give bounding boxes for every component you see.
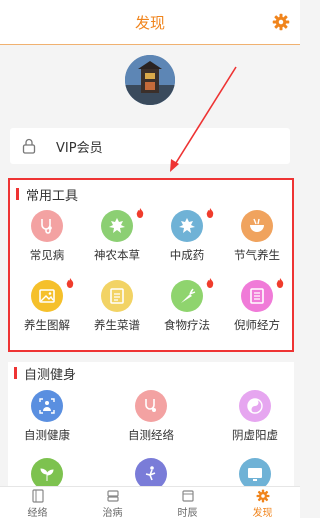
- hot-flame-icon: [206, 208, 214, 218]
- tool-label: 养生图解: [24, 318, 70, 332]
- avatar[interactable]: [125, 55, 175, 105]
- self-test-label: 阴虚阳虚: [232, 428, 278, 442]
- tab-label: 发现: [252, 508, 273, 518]
- self-test-label: 自测健康: [24, 428, 70, 442]
- tool-label: 常见病: [29, 248, 65, 262]
- tab-label: 时辰: [177, 508, 198, 518]
- meridian-icon: [135, 390, 167, 422]
- book-icon: [31, 489, 44, 503]
- calendar-icon: [181, 490, 194, 502]
- carrot-icon: [171, 280, 203, 312]
- vip-label: VIP会员: [56, 141, 103, 156]
- tab-discover[interactable]: 发现: [225, 487, 300, 518]
- section-marker: [14, 367, 17, 379]
- tool-common-diseases[interactable]: 常见病: [12, 210, 82, 263]
- self-test-meridians[interactable]: 自测经络: [116, 390, 186, 443]
- tool-label: 养生菜谱: [94, 318, 140, 332]
- hot-flame-icon: [276, 278, 284, 288]
- vip-member-row[interactable]: VIP会员: [10, 128, 290, 164]
- tool-label: 中成药: [169, 248, 205, 262]
- gear-icon: [256, 489, 269, 503]
- recipe-icon: [101, 280, 133, 312]
- leaf-icon: [101, 210, 133, 242]
- tab-treatment[interactable]: 治病: [75, 487, 150, 518]
- gear-icon[interactable]: [272, 13, 290, 31]
- stethoscope-icon: [31, 210, 63, 242]
- section-title-tools: 常用工具: [26, 189, 79, 204]
- tool-seasonal-health[interactable]: 节气养生: [222, 210, 292, 263]
- picture-icon: [31, 280, 63, 312]
- self-test-health[interactable]: 自测健康: [12, 390, 82, 443]
- bowl-icon: [241, 210, 273, 242]
- tool-label: 倪师经方: [234, 318, 280, 332]
- bottom-tab-bar: 经络 治病 时辰 发现: [0, 486, 300, 518]
- self-test-label: 自测经络: [128, 428, 174, 442]
- treatment-icon: [106, 490, 119, 502]
- hot-flame-icon: [206, 278, 214, 288]
- tool-label: 食物疗法: [164, 318, 210, 332]
- hot-flame-icon: [66, 278, 74, 288]
- section-title-self-test: 自测健身: [24, 368, 77, 383]
- tool-label: 神农本草: [94, 248, 140, 262]
- tab-label: 经络: [27, 508, 48, 518]
- yin-yang-icon: [239, 390, 271, 422]
- page-title: 发现: [134, 14, 165, 32]
- section-marker: [16, 188, 19, 200]
- header-bar: 发现: [0, 0, 300, 45]
- tool-label: 节气养生: [234, 248, 280, 262]
- tab-meridians[interactable]: 经络: [0, 487, 75, 518]
- lock-icon: [22, 138, 36, 154]
- body-scan-icon: [31, 390, 63, 422]
- pill-icon: [171, 210, 203, 242]
- tab-label: 治病: [102, 508, 123, 518]
- common-tools-section: 常用工具 常见病 神农本草 中成药 节气养生 养生图解 养生菜谱 食物疗法 倪师…: [8, 178, 294, 352]
- hot-flame-icon: [136, 208, 144, 218]
- book-icon: [241, 280, 273, 312]
- tab-time[interactable]: 时辰: [150, 487, 225, 518]
- self-test-yin-yang[interactable]: 阴虚阳虚: [220, 390, 290, 443]
- self-test-section: 自测健身 自测健康 自测经络 阴虚阳虚: [8, 362, 294, 490]
- tool-health-recipes[interactable]: 养生菜谱: [82, 280, 152, 333]
